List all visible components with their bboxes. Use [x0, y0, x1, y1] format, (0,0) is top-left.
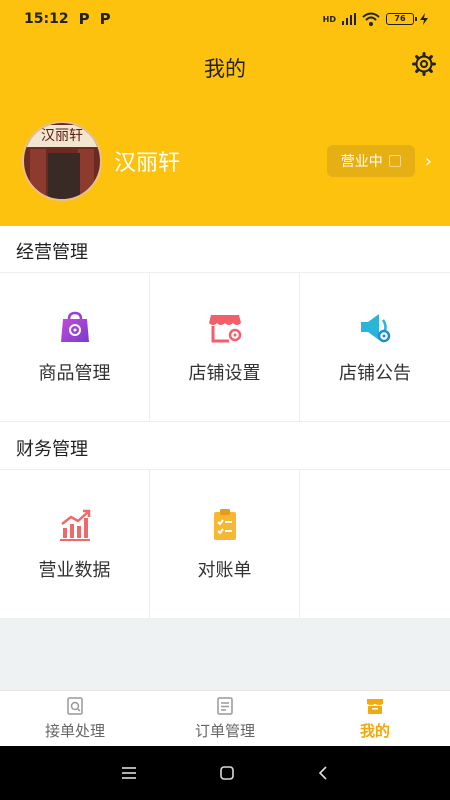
settings-gear-icon[interactable]	[412, 52, 436, 76]
finance-grid: 营业数据 对账单	[0, 469, 450, 619]
list-icon	[217, 697, 233, 715]
product-management-button[interactable]: 商品管理	[0, 273, 150, 421]
business-grid: 商品管理 店铺设置 店铺公告	[0, 272, 450, 422]
signal-icon	[342, 13, 356, 25]
product-bag-icon	[60, 311, 89, 342]
store-settings-button[interactable]: 店铺设置	[150, 273, 300, 421]
store-announcement-label: 店铺公告	[339, 363, 411, 384]
notification-badge-2: P	[99, 10, 111, 28]
shop-profile[interactable]: 汉丽轩 汉丽轩 营业中 ›	[22, 120, 432, 202]
status-time: 15:12	[24, 11, 69, 27]
empty-cell	[300, 470, 450, 618]
avatar-sign: 汉丽轩	[24, 125, 100, 147]
store-settings-icon	[208, 315, 241, 343]
system-nav-bar	[0, 746, 450, 800]
title-row: 我的	[0, 46, 450, 90]
charging-icon	[420, 13, 428, 25]
tab-order-processing-label: 接单处理	[44, 722, 105, 740]
chevron-right-icon[interactable]: ›	[425, 151, 432, 172]
avatar-door	[48, 153, 80, 199]
business-data-button[interactable]: 营业数据	[0, 470, 150, 618]
tab-order-management[interactable]: 订单管理	[150, 691, 300, 746]
business-status-label: 营业中	[340, 154, 383, 170]
back-icon[interactable]	[318, 766, 328, 780]
statement-button[interactable]: 对账单	[150, 470, 300, 618]
store-announcement-button[interactable]: 店铺公告	[300, 273, 450, 421]
shop-avatar: 汉丽轩	[22, 121, 102, 201]
business-section-title: 经营管理	[16, 242, 88, 263]
network-label: HD	[322, 14, 336, 24]
orders-icon	[67, 697, 83, 715]
wifi-icon	[362, 12, 380, 26]
tab-order-processing[interactable]: 接单处理	[0, 691, 150, 746]
finance-section-title: 财务管理	[16, 439, 88, 460]
page-title: 我的	[204, 57, 246, 81]
business-status-button[interactable]: 营业中	[326, 145, 415, 177]
shop-name: 汉丽轩	[114, 151, 181, 176]
bottom-tab-bar: 接单处理 订单管理 我的	[0, 690, 450, 746]
statement-icon	[213, 509, 236, 540]
business-data-label: 营业数据	[38, 560, 111, 581]
menu-icon[interactable]	[122, 767, 136, 779]
chart-icon	[59, 509, 90, 541]
product-management-label: 商品管理	[38, 363, 111, 384]
store-settings-label: 店铺设置	[188, 363, 261, 384]
avatar-pillar-left	[30, 149, 46, 199]
notification-badge-1: P	[78, 10, 90, 28]
tab-order-management-label: 订单管理	[194, 722, 255, 740]
tab-mine-label: 我的	[359, 722, 390, 740]
battery-level: 76	[394, 14, 406, 23]
status-toggle-icon	[388, 155, 401, 167]
home-icon[interactable]	[220, 766, 234, 780]
avatar-pillar-right	[78, 149, 94, 199]
tab-mine[interactable]: 我的	[300, 691, 450, 746]
battery-icon: 76	[386, 13, 417, 25]
announcement-icon	[361, 314, 391, 343]
store-icon	[367, 699, 383, 714]
statement-label: 对账单	[197, 560, 252, 581]
status-bar: 15:12 P P HD 76	[0, 0, 450, 38]
